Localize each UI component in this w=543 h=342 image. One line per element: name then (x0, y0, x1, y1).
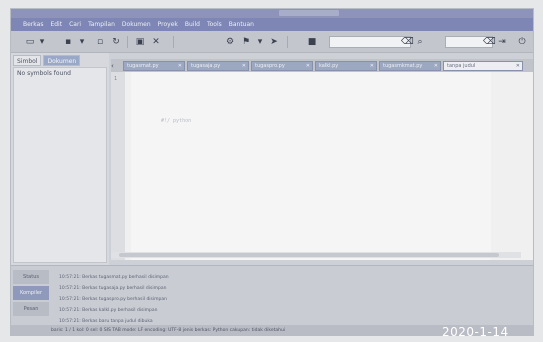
log-line: 10:57:21: Berkas tugaspro.py berhasil di… (59, 297, 167, 302)
menu-search[interactable]: Cari (69, 21, 81, 28)
close-tab-icon[interactable]: ✕ (306, 62, 310, 70)
menu-file[interactable]: Berkas (23, 21, 43, 28)
line-number: 1 (114, 76, 118, 82)
editor-tab[interactable]: kalkl.py ✕ (315, 61, 377, 71)
tab-symbols[interactable]: Simbol (13, 55, 42, 66)
close-tab-icon[interactable]: ✕ (516, 62, 520, 70)
close-tab-icon[interactable]: ✕ (242, 62, 246, 70)
tab-compiler[interactable]: Kompiler (13, 286, 49, 300)
menu-bar: Berkas Edit Cari Tampilan Dokumen Proyek… (11, 18, 533, 31)
close-file-icon[interactable]: ▣ (135, 37, 145, 47)
goto-line-icon[interactable]: ⇥ (497, 37, 507, 47)
no-symbols-message: No symbols found (17, 70, 71, 77)
application-window: Berkas Edit Cari Tampilan Dokumen Proyek… (10, 8, 534, 336)
log-line: 10:57:21: Berkas tugasmat.py berhasil di… (59, 275, 169, 280)
search-input[interactable] (329, 36, 411, 48)
line-number-gutter: 1 (111, 72, 125, 260)
horizontal-scrollbar[interactable] (111, 252, 521, 258)
code-line: #!/ python (161, 118, 192, 124)
photo-timestamp: 2020-1-14 (442, 325, 509, 339)
tab-status[interactable]: Status (13, 270, 49, 284)
menu-view[interactable]: Tampilan (88, 21, 115, 28)
log-line: 10:57:21: Berkas tugasaja.py berhasil di… (59, 286, 167, 291)
tab-messages[interactable]: Pesan (13, 302, 49, 316)
editor-tab[interactable]: tugasaja.py ✕ (187, 61, 249, 71)
save-icon[interactable]: ▪ (63, 37, 73, 47)
color-chooser-icon[interactable]: ■ (307, 37, 317, 47)
photo-frame: Berkas Edit Cari Tampilan Dokumen Proyek… (0, 0, 543, 342)
dropdown-arrow-icon[interactable]: ▾ (77, 37, 87, 47)
tab-scroll-left-icon[interactable]: ‹ (111, 61, 119, 71)
close-icon[interactable]: ✕ (151, 37, 161, 47)
editor-tab[interactable]: tugasmat.py ✕ (123, 61, 185, 71)
clear-icon[interactable]: ⌫ (483, 37, 496, 47)
log-line: 10:57:21: Berkas kalkl.py berhasil disim… (59, 308, 158, 313)
editor-tab-active[interactable]: tanpa judul ✕ (443, 61, 523, 71)
tab-documents[interactable]: Dokumen (43, 55, 81, 66)
code-area[interactable]: #!/ python (131, 72, 491, 260)
close-tab-icon[interactable]: ✕ (370, 62, 374, 70)
close-tab-icon[interactable]: ✕ (434, 62, 438, 70)
search-icon[interactable]: ⌕ (415, 37, 425, 47)
menu-project[interactable]: Proyek (158, 21, 178, 28)
dropdown-arrow-icon[interactable]: ▾ (37, 37, 47, 47)
message-panel-tabs: Status Kompiler Pesan (13, 270, 51, 318)
editor-tab-bar: ‹ tugasmat.py ✕ tugasaja.py ✕ tugaspro.py ✕… (111, 59, 533, 72)
revert-icon[interactable]: ↻ (111, 37, 121, 47)
sidebar-tabs: Simbol Dokumen (13, 55, 81, 66)
code-editor[interactable]: 1 #!/ python (111, 72, 533, 260)
status-text: baris: 1 / 1 kol: 0 sel: 0 SIS TAB mode:… (51, 328, 286, 333)
compile-icon[interactable]: ⚙ (225, 37, 235, 47)
title-bar (11, 9, 533, 18)
toolbar: ▭ ▾ ▪ ▾ ▫ ↻ ▣ ✕ ⚙ ⚑ ▾ ➤ ■ ⌫ ⌕ ⌫ ⇥ ⏻ (11, 31, 533, 53)
menu-document[interactable]: Dokumen (122, 21, 151, 28)
dropdown-arrow-icon[interactable]: ▾ (255, 37, 265, 47)
close-tab-icon[interactable]: ✕ (178, 62, 182, 70)
menu-edit[interactable]: Edit (50, 21, 62, 28)
log-output: 10:57:21: Berkas tugasmat.py berhasil di… (59, 272, 529, 327)
clear-icon[interactable]: ⌫ (401, 37, 414, 47)
menu-tools[interactable]: Tools (207, 21, 222, 28)
quit-icon[interactable]: ⏻ (517, 37, 527, 47)
sidebar: Simbol Dokumen No symbols found (11, 53, 109, 265)
menu-help[interactable]: Bantuan (229, 21, 254, 28)
execute-icon[interactable]: ➤ (269, 37, 279, 47)
save-all-icon[interactable]: ▫ (95, 37, 105, 47)
build-icon[interactable]: ⚑ (241, 37, 251, 47)
symbol-list: No symbols found (13, 67, 107, 263)
editor-tab[interactable]: tugaspro.py ✕ (251, 61, 313, 71)
scrollbar-thumb[interactable] (119, 253, 499, 257)
menu-build[interactable]: Build (185, 21, 200, 28)
new-file-icon[interactable]: ▭ (25, 37, 35, 47)
editor-tab[interactable]: tugasmkmat.py ✕ (379, 61, 441, 71)
window-title (279, 10, 339, 16)
